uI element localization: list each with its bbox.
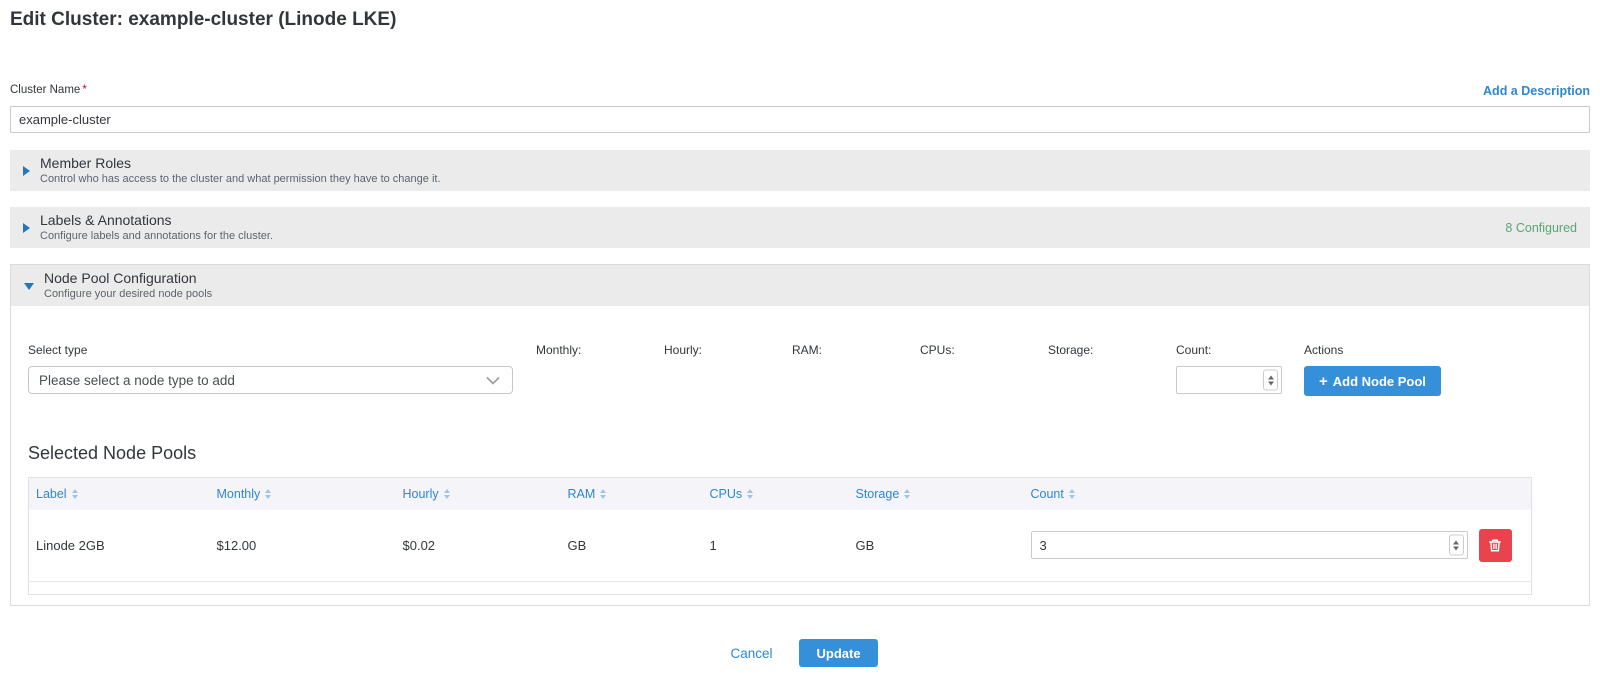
row-count-input[interactable] [1031,531,1468,559]
selected-node-pools-heading: Selected Node Pools [28,443,1572,464]
table-empty-row [29,582,1532,595]
accordion-labels-annotations[interactable]: Labels & Annotations Configure labels an… [10,207,1590,248]
cpus-column: CPUs: [920,343,1048,366]
cpus-label: CPUs: [920,343,1048,357]
cancel-button[interactable]: Cancel [722,640,780,667]
row-count-stepper [1031,531,1468,559]
cell-monthly: $12.00 [210,510,396,582]
count-stepper [1176,366,1282,394]
stepper-icon[interactable] [1263,370,1278,391]
page-title: Edit Cluster: example-cluster (Linode LK… [10,0,1590,31]
accordion-subtitle: Configure labels and annotations for the… [40,229,273,243]
sort-icon [72,489,78,499]
node-type-select[interactable]: Please select a node type to add [28,366,513,394]
hourly-column: Hourly: [664,343,792,366]
chevron-down-icon [486,376,500,385]
accordion-title: Node Pool Configuration [44,270,212,287]
cluster-name-header-row: Cluster Name* Add a Description [10,80,1590,98]
sort-icon [1069,489,1075,499]
column-header-text: Hourly [403,487,439,501]
accordion-node-pool-configuration[interactable]: Node Pool Configuration Configure your d… [11,265,1589,306]
cluster-name-input[interactable] [10,106,1590,133]
column-header-monthly[interactable]: Monthly [210,478,396,510]
trash-icon [1488,538,1502,553]
node-pool-panel: Select type Please select a node type to… [11,306,1589,605]
column-header-hourly[interactable]: Hourly [396,478,561,510]
accordion-title: Member Roles [40,155,441,172]
accordion-member-roles-text: Member Roles Control who has access to t… [40,155,441,186]
sort-icon [444,489,450,499]
stepper-down-icon[interactable] [1268,381,1274,385]
cell-label: Linode 2GB [29,510,210,582]
node-pool-configuration-section: Node Pool Configuration Configure your d… [10,264,1590,606]
cell-cpus: 1 [703,510,849,582]
count-label: Count: [1176,343,1304,357]
add-node-pool-button[interactable]: + Add Node Pool [1304,366,1441,396]
required-asterisk: * [82,84,86,96]
storage-label: Storage: [1048,343,1176,357]
cluster-name-label-group: Cluster Name* [10,80,87,98]
delete-node-pool-button[interactable] [1479,529,1512,562]
accordion-member-roles[interactable]: Member Roles Control who has access to t… [10,150,1590,191]
accordion-subtitle: Control who has access to the cluster an… [40,172,441,186]
table-header-row: Label Monthly Hourly RAM CPUs Storage Co… [29,478,1532,510]
column-header-text: Label [36,487,67,501]
select-type-label: Select type [28,343,513,357]
monthly-column: Monthly: [536,343,664,366]
column-header-actions [1472,478,1532,510]
stepper-icon[interactable] [1449,535,1464,556]
update-button[interactable]: Update [799,639,877,667]
expand-arrow-icon [23,166,30,176]
edit-cluster-page: Edit Cluster: example-cluster (Linode LK… [0,0,1600,667]
storage-column: Storage: [1048,343,1176,366]
cell-storage: GB [849,510,1024,582]
collapse-arrow-icon [24,283,34,290]
sort-icon [265,489,271,499]
actions-column: Actions + Add Node Pool [1304,343,1572,396]
sort-icon [747,489,753,499]
sort-icon [904,489,910,499]
column-header-text: CPUs [710,487,743,501]
column-header-text: Count [1031,487,1064,501]
table-row: Linode 2GB $12.00 $0.02 GB 1 GB [29,510,1532,582]
cell-ram: GB [561,510,703,582]
selected-node-pools-table: Label Monthly Hourly RAM CPUs Storage Co… [28,477,1532,595]
column-header-text: RAM [568,487,596,501]
cell-count [1024,510,1472,582]
accordion-labels-annotations-text: Labels & Annotations Configure labels an… [40,212,273,243]
stepper-down-icon[interactable] [1453,546,1459,550]
hourly-label: Hourly: [664,343,792,357]
column-header-count[interactable]: Count [1024,478,1472,510]
form-actions: Cancel Update [10,639,1590,667]
select-type-column: Select type Please select a node type to… [28,343,513,394]
node-type-select-value: Please select a node type to add [39,373,235,388]
column-header-ram[interactable]: RAM [561,478,703,510]
ram-label: RAM: [792,343,920,357]
accordion-title: Labels & Annotations [40,212,273,229]
node-pool-add-form: Select type Please select a node type to… [28,343,1572,396]
accordion-subtitle: Configure your desired node pools [44,287,212,301]
cell-actions [1472,510,1532,582]
add-node-pool-label: Add Node Pool [1333,374,1426,389]
expand-arrow-icon [23,223,30,233]
monthly-label: Monthly: [536,343,664,357]
plus-icon: + [1319,374,1328,389]
cell-hourly: $0.02 [396,510,561,582]
cluster-name-label: Cluster Name [10,84,80,96]
column-header-storage[interactable]: Storage [849,478,1024,510]
accordion-node-pool-text: Node Pool Configuration Configure your d… [44,270,212,301]
actions-label: Actions [1304,343,1572,357]
column-header-label[interactable]: Label [29,478,210,510]
ram-column: RAM: [792,343,920,366]
column-header-text: Storage [856,487,900,501]
configured-badge: 8 Configured [1505,221,1577,235]
count-column: Count: [1176,343,1304,394]
stepper-up-icon[interactable] [1453,540,1459,544]
column-header-cpus[interactable]: CPUs [703,478,849,510]
add-description-link[interactable]: Add a Description [1483,84,1590,98]
column-header-text: Monthly [217,487,261,501]
sort-icon [600,489,606,499]
stepper-up-icon[interactable] [1268,375,1274,379]
